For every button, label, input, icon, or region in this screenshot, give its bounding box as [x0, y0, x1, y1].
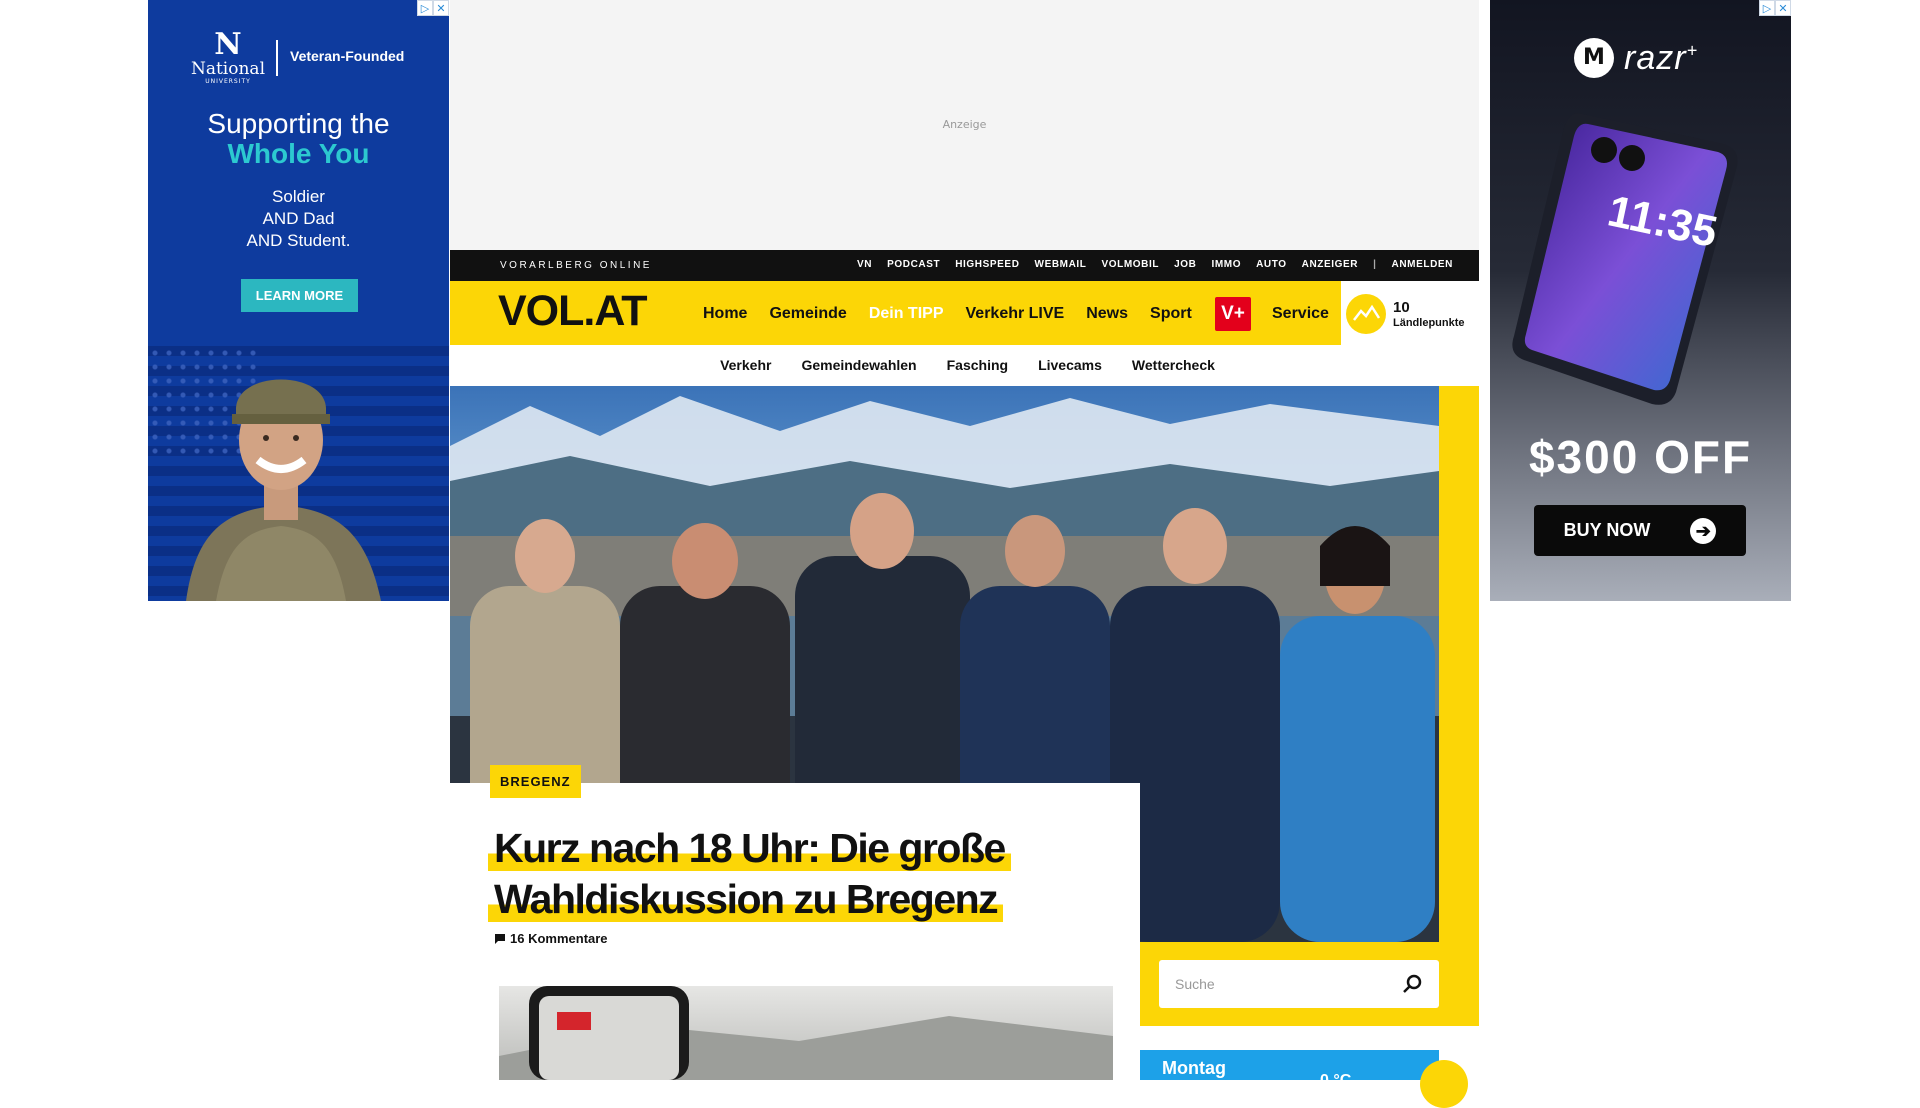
razr-logo: M razr+: [1574, 38, 1698, 78]
subnav-wettercheck[interactable]: Wettercheck: [1132, 345, 1215, 386]
buy-now-button[interactable]: BUY NOW ➔: [1534, 505, 1746, 556]
nav-home[interactable]: Home: [703, 305, 747, 323]
top-link-job[interactable]: JOB: [1174, 259, 1196, 270]
nav-gemeinde[interactable]: Gemeinde: [769, 305, 846, 323]
arrow-right-icon: ➔: [1690, 517, 1717, 544]
ad-tagline: Veteran-Founded: [290, 48, 405, 64]
learn-more-button[interactable]: LEARN MORE: [241, 279, 358, 312]
national-university-logo: N National UNIVERSITY: [188, 27, 268, 86]
subnav-gemeindewahlen[interactable]: Gemeindewahlen: [801, 345, 916, 386]
top-link-anzeiger[interactable]: ANZEIGER: [1302, 259, 1358, 270]
nav-dein-tipp[interactable]: Dein TIPP: [869, 305, 944, 323]
points-value: 10: [1393, 299, 1410, 316]
nu-mark-icon: N: [214, 27, 242, 62]
ad-label: Anzeige: [942, 118, 987, 131]
adchoices-controls[interactable]: ▷ ✕: [1759, 0, 1791, 16]
subnav-verkehr[interactable]: Verkehr: [720, 345, 771, 386]
search-input[interactable]: [1175, 960, 1395, 1008]
ad-body-line1: Soldier: [272, 187, 325, 206]
adchoices-icon[interactable]: ▷: [417, 0, 433, 16]
site-logo[interactable]: VOL.AT: [498, 287, 647, 336]
phone-image: 11:35: [1512, 113, 1738, 405]
site-top-bar: VORARLBERG ONLINE VN PODCAST HIGHSPEED W…: [450, 250, 1479, 281]
top-link-vn[interactable]: VN: [857, 259, 872, 270]
nav-verkehr-live[interactable]: Verkehr LIVE: [966, 305, 1065, 323]
weather-widget[interactable]: Montag 0 °C: [1140, 1050, 1468, 1108]
leaderboard-ad-slot[interactable]: Anzeige: [450, 0, 1479, 250]
comments-link[interactable]: 16 Kommentare: [494, 931, 608, 946]
close-ad-icon[interactable]: ✕: [1775, 0, 1791, 16]
top-link-webmail[interactable]: WEBMAIL: [1035, 259, 1087, 270]
nav-sport[interactable]: Sport: [1150, 305, 1192, 323]
weather-temp: 0 °C: [1320, 1072, 1352, 1089]
search-icon[interactable]: [1401, 973, 1423, 995]
right-skyscraper-ad[interactable]: ▷ ✕ M razr+ 11:35 $300 OFF BUY NOW ➔: [1490, 0, 1791, 601]
top-link-highspeed[interactable]: HIGHSPEED: [955, 259, 1019, 270]
top-link-volmobil[interactable]: VOLMOBIL: [1102, 259, 1160, 270]
article-headline-text: Kurz nach 18 Uhr: Die große Wahldiskussi…: [488, 825, 1011, 922]
hero-side-accent: [1439, 386, 1479, 1026]
razr-brand-sup: +: [1686, 40, 1699, 61]
ad-headline-line2: Whole You: [227, 138, 370, 169]
article-headline[interactable]: Kurz nach 18 Uhr: Die große Wahldiskussi…: [488, 823, 1128, 925]
soldier-image: [186, 379, 381, 601]
brand-name: National: [190, 59, 266, 79]
motorola-icon: M: [1574, 38, 1614, 78]
article-category-tag[interactable]: BREGENZ: [490, 765, 581, 798]
search-box[interactable]: [1159, 960, 1439, 1008]
nav-service[interactable]: Service: [1272, 305, 1329, 323]
top-link-auto[interactable]: AUTO: [1256, 259, 1287, 270]
top-link-podcast[interactable]: PODCAST: [887, 259, 940, 270]
ad-body-line2: AND Dad: [262, 209, 335, 228]
buy-now-label: BUY NOW: [1563, 520, 1651, 540]
comments-count: 16 Kommentare: [510, 931, 608, 946]
top-link-separator: |: [1373, 259, 1377, 270]
weather-day: Montag: [1162, 1058, 1226, 1078]
article-card[interactable]: BREGENZ Kurz nach 18 Uhr: Die große Wahl…: [450, 765, 1140, 1080]
close-ad-icon[interactable]: ✕: [433, 0, 449, 16]
razr-brand: razr: [1624, 38, 1687, 77]
left-skyscraper-ad[interactable]: ▷ ✕ N National UNIVERSITY Veteran-Founde…: [148, 0, 449, 601]
top-brand: VORARLBERG ONLINE: [500, 260, 652, 271]
top-link-immo[interactable]: IMMO: [1211, 259, 1241, 270]
vplus-button[interactable]: V+: [1215, 297, 1251, 331]
teaser-thumbnail[interactable]: [499, 986, 1113, 1080]
ad-offer: $300 OFF: [1528, 431, 1753, 483]
sun-icon: [1420, 1060, 1468, 1108]
adchoices-controls[interactable]: ▷ ✕: [417, 0, 449, 16]
nav-links: Home Gemeinde Dein TIPP Verkehr LIVE New…: [703, 305, 1192, 323]
brand-sub: UNIVERSITY: [205, 78, 251, 85]
comment-icon: [495, 933, 505, 944]
login-link[interactable]: ANMELDEN: [1392, 259, 1453, 270]
subnav-fasching[interactable]: Fasching: [947, 345, 1008, 386]
ad-headline-line1: Supporting the: [207, 108, 390, 139]
ad-body-line3: AND Student.: [246, 231, 351, 250]
points-label: Ländlepunkte: [1393, 317, 1465, 329]
logo-divider: [276, 40, 278, 76]
laendlepunkte-widget[interactable]: 10 Ländlepunkte: [1341, 281, 1479, 345]
search-area: [1140, 942, 1479, 1026]
top-links: VN PODCAST HIGHSPEED WEBMAIL VOLMOBIL JO…: [857, 259, 1453, 270]
subnav-livecams[interactable]: Livecams: [1038, 345, 1102, 386]
mountain-badge-icon: [1346, 294, 1386, 334]
sub-nav: Verkehr Gemeindewahlen Fasching Livecams…: [450, 345, 1479, 386]
adchoices-icon[interactable]: ▷: [1759, 0, 1775, 16]
main-nav: VOL.AT Home Gemeinde Dein TIPP Verkehr L…: [450, 281, 1341, 345]
nav-news[interactable]: News: [1086, 305, 1128, 323]
